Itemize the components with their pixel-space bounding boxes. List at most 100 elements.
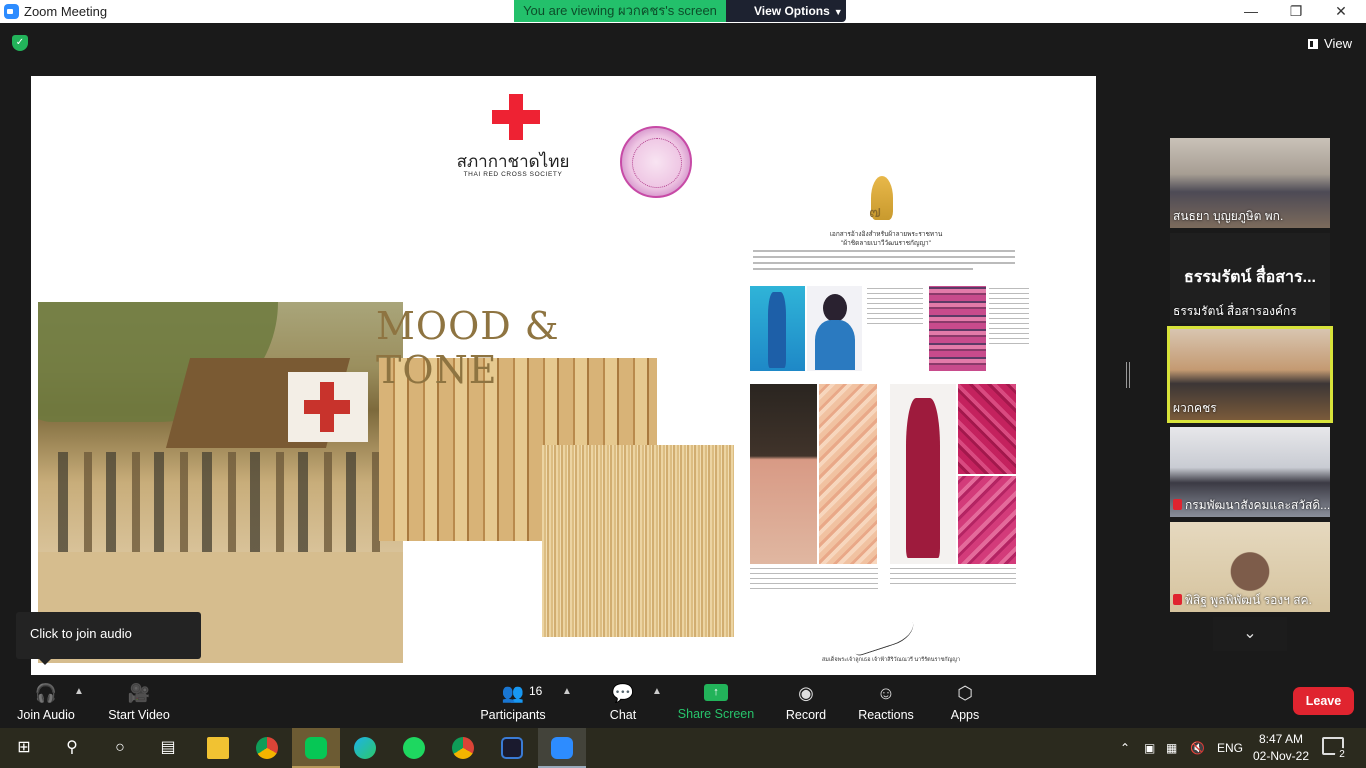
windows-start-icon[interactable]: ⊞ — [0, 728, 48, 768]
historical-photo — [38, 302, 403, 663]
share-screen-button[interactable]: ↑ Share Screen — [676, 678, 756, 728]
tray-overflow-icon[interactable]: ⌃ — [1120, 728, 1130, 768]
chat-options-caret[interactable]: ▲ — [652, 686, 662, 697]
minimize-button[interactable]: — — [1228, 0, 1274, 23]
record-label: Record — [785, 708, 827, 722]
peach-textile-image — [819, 384, 877, 564]
search-icon[interactable]: ⚲ — [48, 728, 96, 768]
reactions-label: Reactions — [858, 708, 914, 722]
chrome-icon[interactable] — [243, 728, 291, 768]
leave-button[interactable]: Leave — [1293, 687, 1354, 715]
task-view-icon[interactable]: ▤ — [144, 728, 192, 768]
signature-caption: สมเด็จพระเจ้าลูกเธอ เจ้าฟ้าสิริวัณณวรี น… — [821, 657, 961, 663]
doc-caption-text — [750, 568, 878, 590]
network-icon[interactable]: ▦ — [1166, 728, 1177, 768]
signature — [844, 599, 918, 657]
spotify-glyph — [403, 736, 425, 759]
chrome-glyph — [452, 736, 474, 759]
close-button[interactable]: ✕ — [1318, 0, 1364, 23]
start-video-button[interactable]: 🎥 Start Video — [100, 678, 178, 728]
security-shield-icon[interactable]: ✓ — [12, 35, 28, 51]
panel-resize-handle[interactable] — [1126, 362, 1130, 388]
webex-icon[interactable] — [488, 728, 536, 768]
view-button[interactable]: View — [1308, 36, 1352, 51]
view-options-label: View Options — [754, 4, 830, 18]
taskbar-clock[interactable]: 8:47 AM 02-Nov-22 — [1246, 731, 1316, 765]
record-icon: ◉ — [798, 683, 814, 703]
share-screen-icon: ↑ — [704, 684, 728, 701]
zoom-taskbar-icon[interactable] — [538, 728, 586, 768]
photo-people — [58, 452, 388, 552]
participants-label: Participants — [480, 708, 546, 722]
edge-icon[interactable] — [341, 728, 389, 768]
pink-textile-image — [929, 286, 986, 371]
participants-options-caret[interactable]: ▲ — [562, 686, 572, 697]
participant-video[interactable]: กรมพัฒนาสังคมและสวัสดิ... — [1170, 427, 1330, 517]
folder-glyph — [207, 736, 229, 759]
reactions-icon: ☺ — [876, 683, 896, 703]
chat-button[interactable]: 💬 Chat — [600, 678, 646, 728]
muted-mic-icon — [1173, 594, 1182, 605]
muted-mic-icon — [1173, 499, 1182, 510]
viewing-banner: You are viewing ผวกคชร's screen — [514, 0, 726, 22]
mood-tone-title: MOOD & TONE — [376, 304, 560, 392]
meeting-toolbar: 🎧 Join Audio ▲ 🎥 Start Video 👥 Participa… — [0, 678, 1366, 728]
language-indicator[interactable]: ENG — [1217, 728, 1243, 768]
edge-glyph — [354, 736, 376, 759]
window-title: Zoom Meeting — [24, 4, 108, 19]
participant-video[interactable]: สนธยา บุญยภูษิต พก. — [1170, 138, 1330, 228]
reactions-button[interactable]: ☺ Reactions — [854, 678, 918, 728]
participant-video[interactable]: พิสิฐ พูลพิพัฒน์ รองฯ สค. — [1170, 522, 1330, 612]
chat-icon: 💬 — [611, 683, 635, 703]
join-audio-button[interactable]: 🎧 Join Audio — [10, 678, 82, 728]
join-audio-tooltip: Click to join audio — [16, 612, 201, 665]
notification-count: 2 — [1335, 748, 1349, 762]
doc-number: ๗ — [869, 202, 882, 221]
chrome-icon-2[interactable] — [439, 728, 487, 768]
participant-name: ผวกคชร — [1173, 401, 1217, 415]
maximize-button[interactable]: ❐ — [1273, 0, 1319, 23]
org-name-english: THAI RED CROSS SOCIETY — [463, 171, 563, 178]
headphones-icon: 🎧 — [34, 683, 58, 703]
blue-dress-image — [750, 286, 805, 371]
webex-glyph — [501, 736, 523, 759]
grass-texture-image — [542, 445, 734, 637]
view-label: View — [1324, 36, 1352, 51]
volume-muted-icon[interactable]: 🔇 — [1190, 728, 1205, 768]
apps-button[interactable]: ⬡ Apps — [944, 678, 986, 728]
doc-caption-text — [867, 288, 923, 328]
royal-seal-emblem — [620, 126, 692, 198]
line-glyph — [305, 736, 327, 759]
zoom-glyph — [551, 736, 573, 759]
apps-label: Apps — [950, 708, 980, 722]
doc-text-line — [753, 256, 1015, 258]
cortana-icon[interactable]: ○ — [96, 728, 144, 768]
photo-red-cross-flag — [288, 372, 368, 442]
participants-count: 16 — [529, 684, 543, 698]
grid-view-icon — [1308, 39, 1319, 49]
doc-text-line — [753, 262, 1015, 264]
participant-name-text: กรมพัฒนาสังคมและสวัสดิ... — [1185, 498, 1330, 512]
tray-device-icon[interactable]: ▣ — [1144, 728, 1155, 768]
chat-label: Chat — [609, 708, 637, 722]
active-speaker-video[interactable]: ผวกคชร — [1167, 326, 1333, 423]
shared-screen: สภากาชาดไทย THAI RED CROSS SOCIETY MOOD … — [31, 76, 1096, 675]
clock-time: 8:47 AM — [1258, 732, 1304, 746]
view-options-button[interactable]: View Options ▼ — [726, 0, 846, 22]
scroll-down-button[interactable]: ⌄ — [1213, 617, 1287, 651]
doc-text-line — [753, 268, 973, 270]
audio-options-caret[interactable]: ▲ — [74, 686, 84, 697]
file-explorer-icon[interactable] — [194, 728, 242, 768]
doc-caption-text — [989, 288, 1029, 348]
apps-icon: ⬡ — [957, 683, 973, 703]
line-app-icon[interactable] — [292, 728, 340, 768]
participant-name: ธรรมรัตน์ สื่อสารองค์กร — [1173, 304, 1297, 318]
doc-text-line — [753, 250, 1015, 252]
clock-date: 02-Nov-22 — [1252, 749, 1310, 763]
participant-video[interactable]: ธรรมรัตน์ สื่อสาร... ธรรมรัตน์ สื่อสารอง… — [1170, 233, 1330, 323]
chevron-down-icon: ▼ — [833, 7, 843, 17]
record-button[interactable]: ◉ Record — [780, 678, 832, 728]
spotify-icon[interactable] — [390, 728, 438, 768]
red-suit-image — [890, 384, 956, 564]
red-cross-logo-bar — [492, 110, 540, 124]
